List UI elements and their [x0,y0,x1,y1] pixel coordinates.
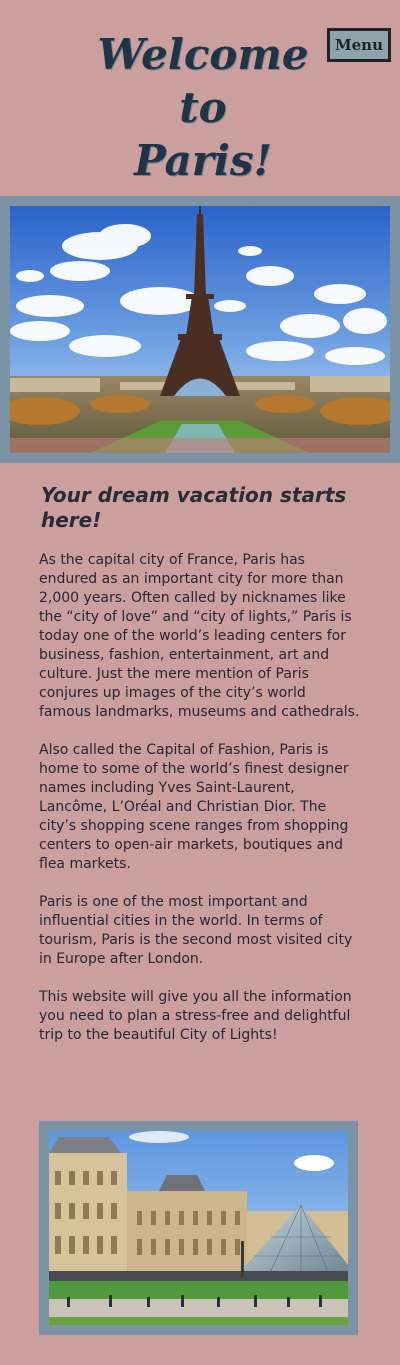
paragraph-tourism: Paris is one of the most important and i… [39,894,353,967]
page-title-line-1: Welcome [97,30,309,79]
eiffel-tower-image [10,206,390,453]
page-title-line-2: to [179,83,227,132]
louvre-museum-image [49,1131,348,1325]
paragraph-fashion: Also called the Capital of Fashion, Pari… [39,742,349,872]
menu-button[interactable]: Menu [327,28,391,62]
louvre-image-frame [39,1121,358,1335]
site-header: Welcome to Paris! Menu [0,0,400,196]
page-title-line-3: Paris! [134,136,272,185]
paragraph-history: As the capital city of France, Paris has… [39,552,360,720]
article-heading: Your dream vacation starts here! [41,483,347,532]
hero-image-frame [0,196,400,463]
paragraph-website: This website will give you all the infor… [39,989,352,1043]
page-title: Welcome to Paris! [60,28,346,187]
main-article: Your dream vacation starts here! As the … [39,483,361,1064]
